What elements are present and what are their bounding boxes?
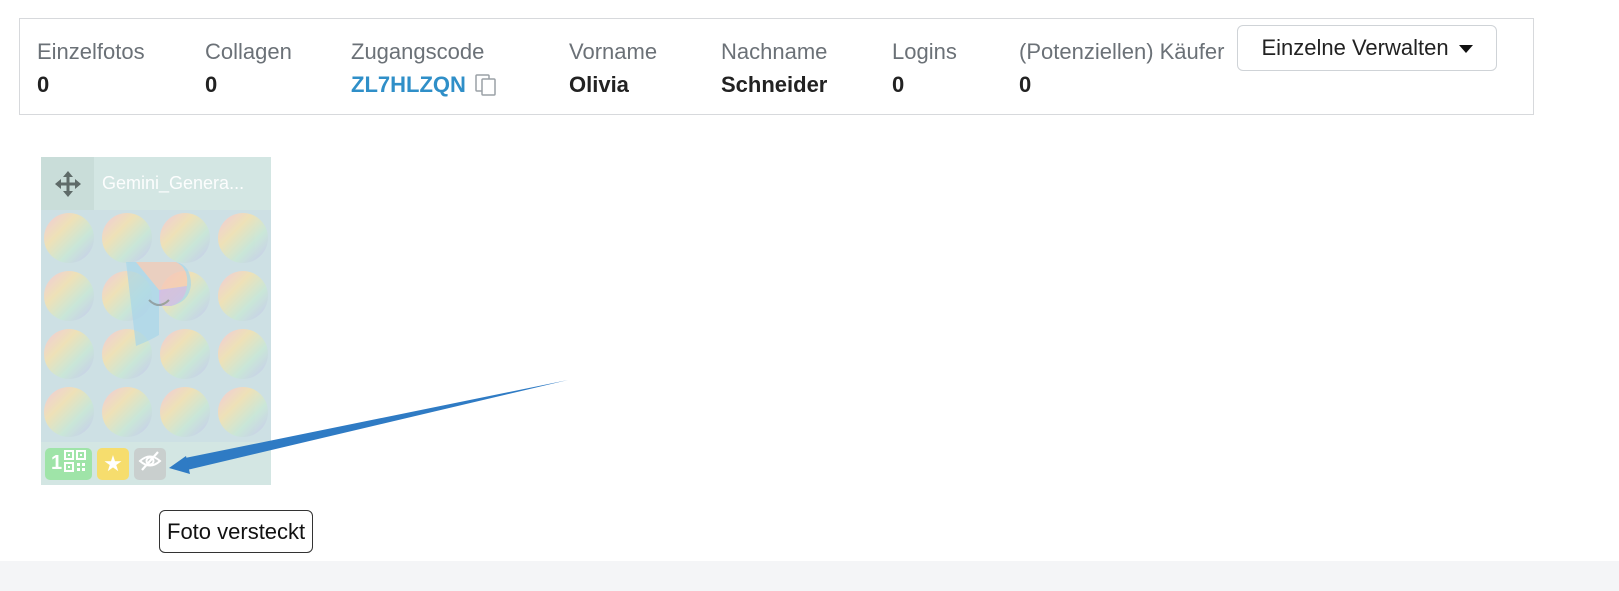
page-footer-area [0, 561, 1619, 591]
tooltip-photo-hidden: Foto versteckt [159, 510, 314, 553]
annotation-arrow [169, 380, 568, 474]
